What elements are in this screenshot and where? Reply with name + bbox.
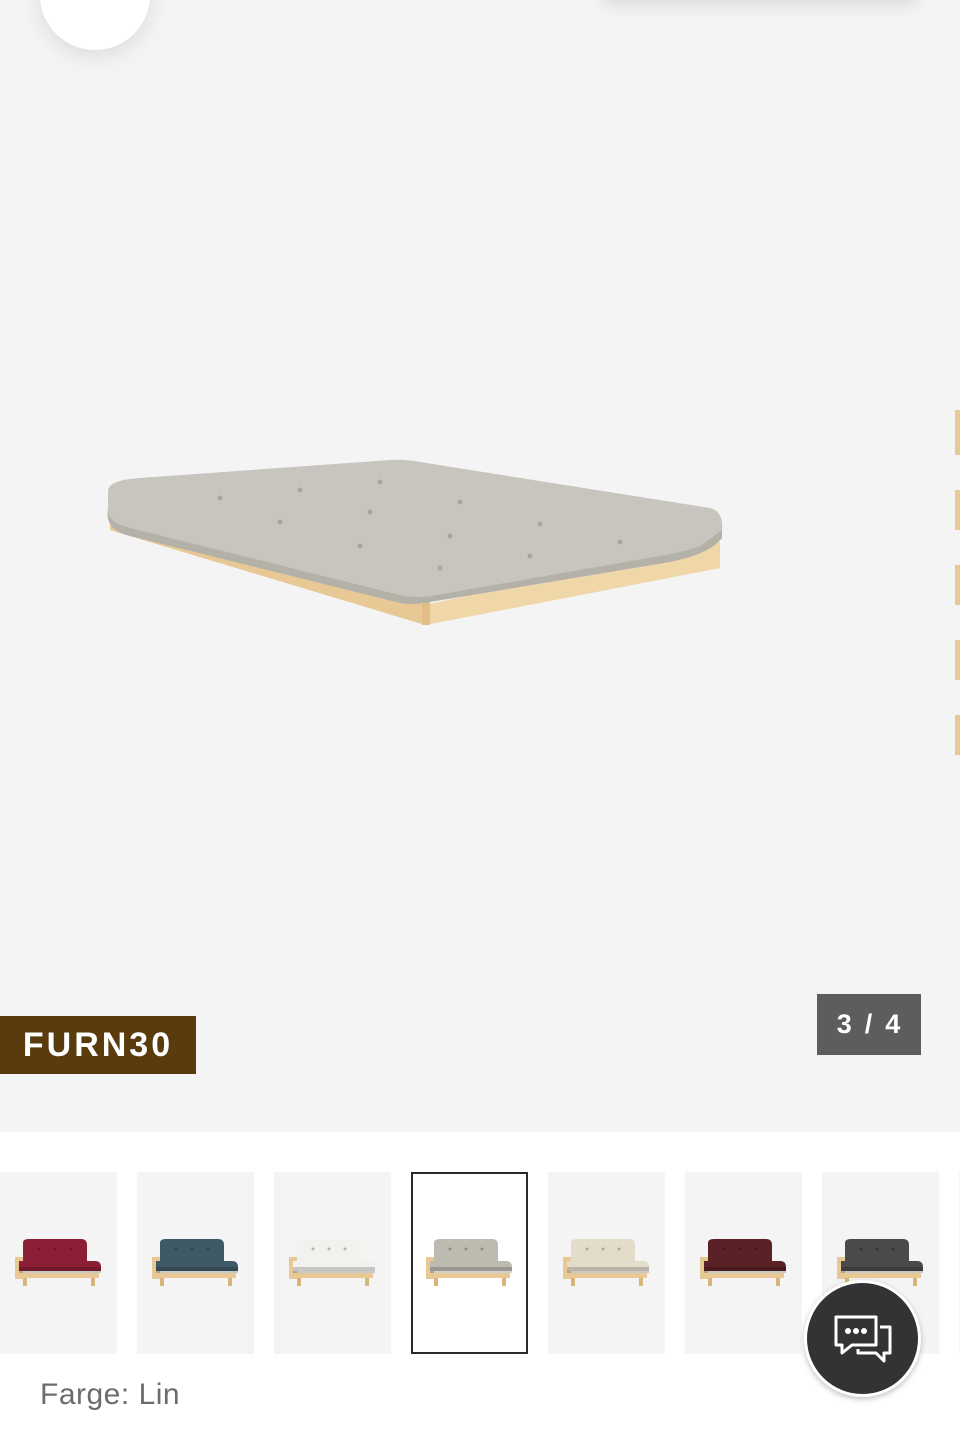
thumb-petrol[interactable] [137, 1172, 254, 1354]
promo-code-badge: FURN30 [0, 1016, 196, 1074]
sofa-thumbnail-image [425, 1239, 512, 1286]
sofa-thumbnail-image [288, 1239, 375, 1286]
sofa-thumbnail-image [699, 1239, 786, 1286]
selected-color: Farge: Lin [40, 1378, 180, 1412]
color-value: Lin [138, 1378, 181, 1411]
thumb-bordeaux[interactable] [0, 1172, 117, 1354]
image-counter: 3 / 4 [817, 994, 921, 1055]
thumb-wine[interactable] [685, 1172, 802, 1354]
chat-bubbles-icon [834, 1315, 891, 1362]
next-image-peek [955, 410, 960, 755]
thumb-white[interactable] [274, 1172, 391, 1354]
product-image-futon-mattress [107, 459, 723, 625]
counter-separator: / [864, 1009, 874, 1039]
back-button[interactable] [40, 0, 150, 50]
product-gallery[interactable]: FURN30 3 / 4 [0, 0, 960, 1132]
promo-code-text: FURN30 [22, 1025, 174, 1064]
chat-button[interactable] [804, 1280, 921, 1397]
counter-current: 3 [836, 1009, 853, 1039]
sofa-thumbnail-image [14, 1239, 101, 1286]
thumb-linen[interactable] [411, 1172, 528, 1354]
sofa-thumbnail-image [151, 1239, 238, 1286]
color-label: Farge: [40, 1378, 130, 1411]
thumb-beige[interactable] [548, 1172, 665, 1354]
counter-total: 4 [885, 1009, 902, 1039]
sofa-thumbnail-image [562, 1239, 649, 1286]
